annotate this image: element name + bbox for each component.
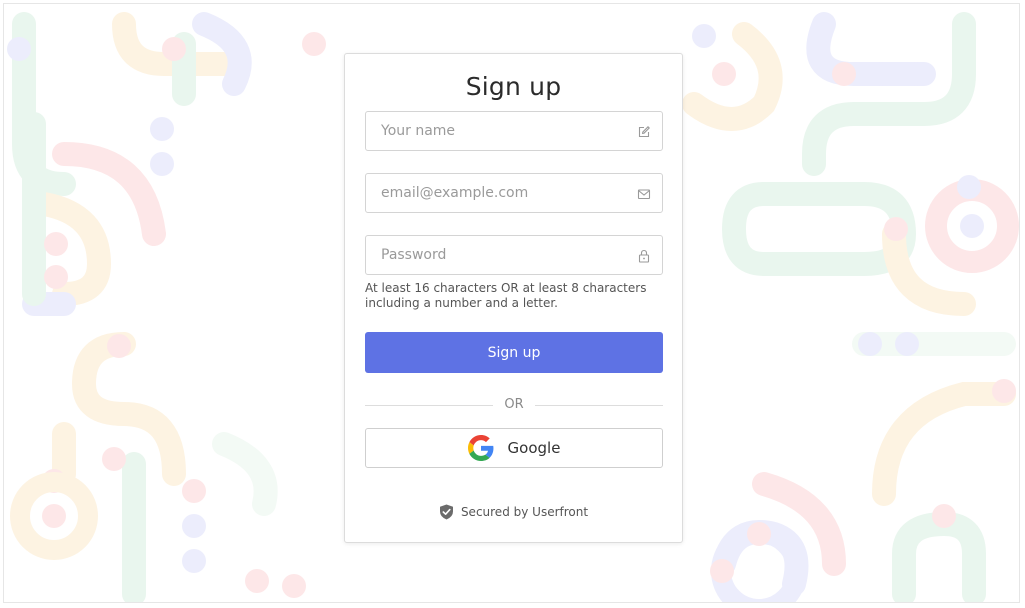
email-input[interactable]	[366, 174, 662, 212]
name-field[interactable]	[365, 111, 663, 151]
edit-icon	[638, 126, 650, 138]
password-field[interactable]	[365, 235, 663, 275]
lock-icon	[638, 249, 650, 263]
envelope-icon	[637, 189, 651, 200]
secured-by-footer: Secured by Userfront	[345, 504, 682, 520]
password-hint: At least 16 characters OR at least 8 cha…	[365, 281, 647, 310]
divider-line-right	[535, 405, 663, 406]
signup-card: Sign up At least 16 characters OR at	[344, 53, 683, 543]
or-divider: OR	[365, 396, 663, 416]
name-input[interactable]	[366, 112, 662, 150]
page-frame: Sign up At least 16 characters OR at	[3, 3, 1020, 603]
sign-up-button[interactable]: Sign up	[365, 332, 663, 373]
shield-check-icon	[439, 504, 453, 520]
secured-text[interactable]: Secured by Userfront	[461, 505, 588, 519]
google-button-label: Google	[507, 439, 561, 457]
page-title: Sign up	[465, 72, 562, 101]
google-signin-button[interactable]: Google	[365, 428, 663, 468]
email-field[interactable]	[365, 173, 663, 213]
google-logo-icon	[467, 435, 493, 461]
password-input[interactable]	[366, 236, 662, 274]
